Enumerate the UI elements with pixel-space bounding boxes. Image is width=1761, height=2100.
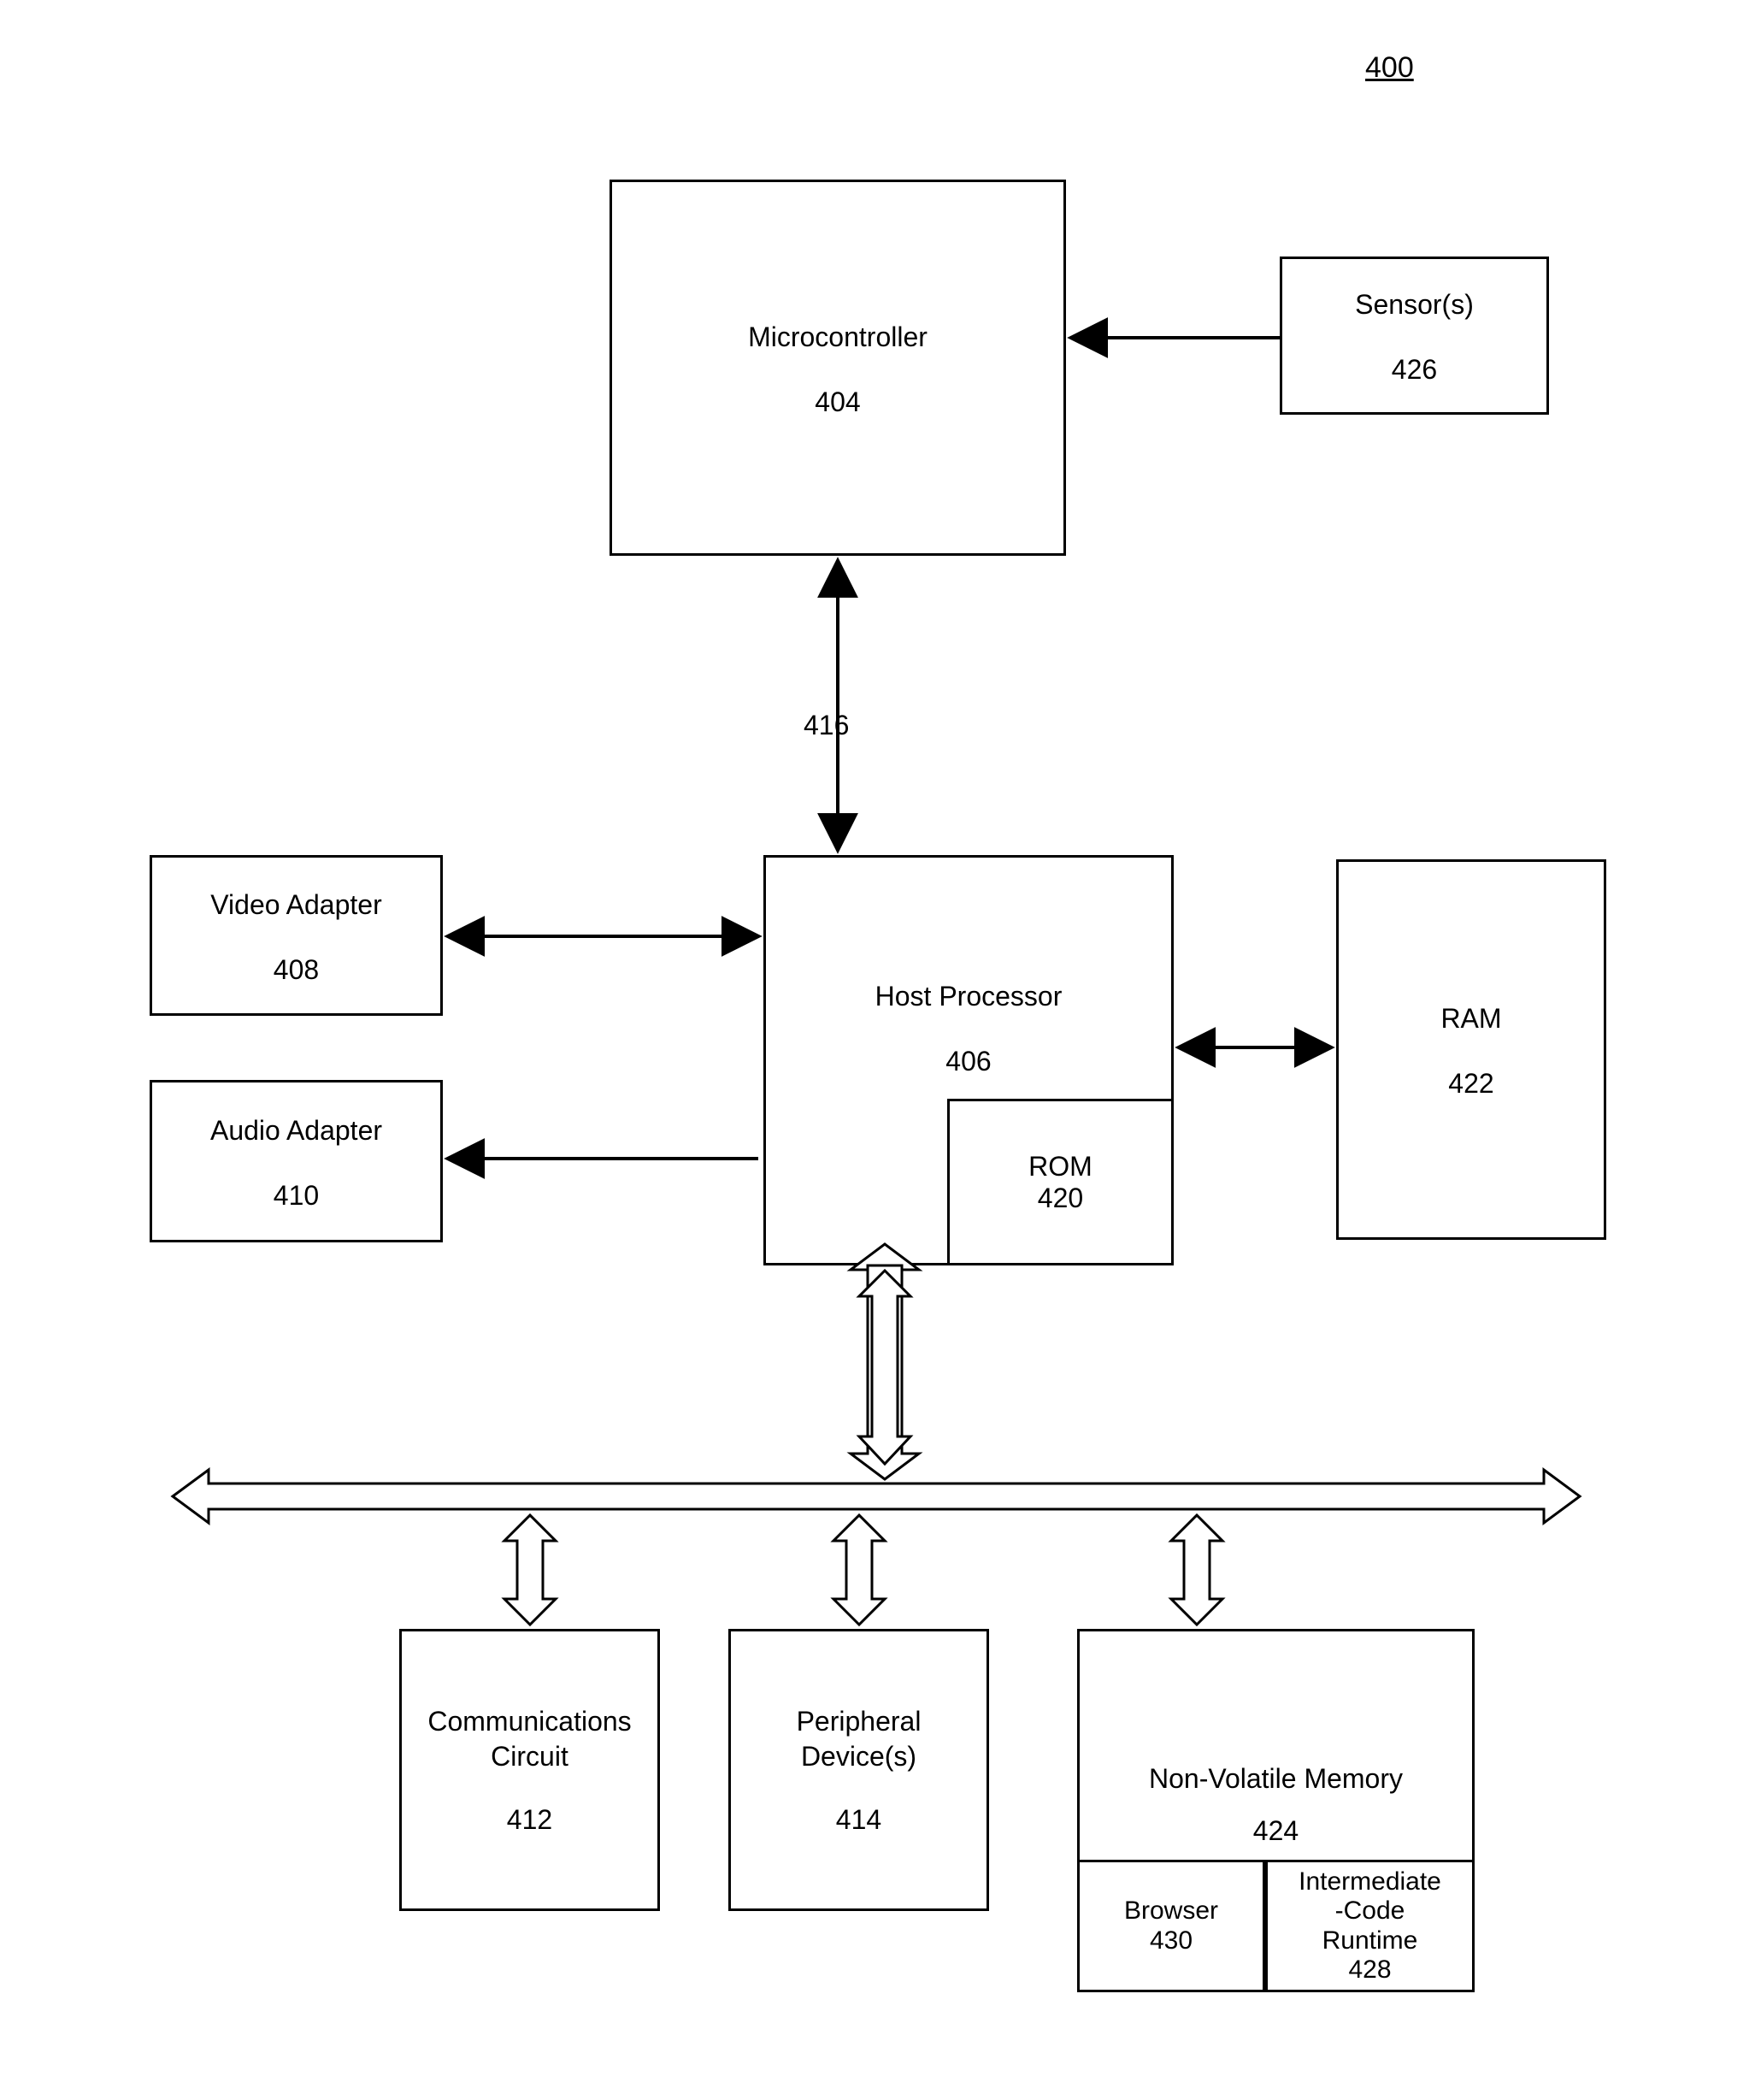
block-browser: Browser 430 — [1077, 1860, 1265, 1992]
open-arrow-host-bus — [851, 1244, 919, 1479]
microcontroller-num: 404 — [815, 386, 860, 418]
runtime-label-3: Runtime — [1322, 1926, 1418, 1956]
audio-label: Audio Adapter — [210, 1115, 382, 1147]
video-label: Video Adapter — [210, 889, 381, 921]
block-intermediate-code-runtime: Intermediate -Code Runtime 428 — [1265, 1860, 1475, 1992]
open-arrow-bus-nvmem — [1171, 1515, 1222, 1625]
comm-label-1: Communications — [427, 1706, 631, 1737]
block-audio-adapter: Audio Adapter 410 — [150, 1080, 443, 1242]
open-arrow-host-bus-shape — [859, 1271, 910, 1464]
sensors-num: 426 — [1392, 354, 1437, 386]
block-peripheral-devices: Peripheral Device(s) 414 — [728, 1629, 989, 1911]
nvmem-label: Non-Volatile Memory — [1149, 1763, 1403, 1795]
nvmem-num: 424 — [1253, 1815, 1299, 1847]
block-sensors: Sensor(s) 426 — [1280, 257, 1549, 415]
comm-label-2: Circuit — [491, 1741, 568, 1773]
sensors-label: Sensor(s) — [1355, 289, 1474, 321]
ram-label: RAM — [1440, 1003, 1501, 1035]
runtime-num: 428 — [1348, 1955, 1391, 1985]
block-rom: ROM 420 — [947, 1099, 1174, 1265]
host-num: 406 — [945, 1046, 991, 1077]
rom-num: 420 — [1038, 1183, 1083, 1214]
open-arrow-bus-periph — [833, 1515, 885, 1625]
periph-num: 414 — [836, 1804, 881, 1836]
runtime-label-1: Intermediate — [1299, 1867, 1441, 1897]
audio-num: 410 — [274, 1180, 319, 1212]
connector-label-416: 416 — [804, 710, 849, 741]
host-label: Host Processor — [875, 981, 1063, 1012]
browser-num: 430 — [1150, 1926, 1193, 1956]
runtime-label-2: -Code — [1335, 1896, 1405, 1926]
comm-num: 412 — [507, 1804, 552, 1836]
video-num: 408 — [274, 954, 319, 986]
browser-label: Browser — [1124, 1896, 1218, 1926]
block-communications-circuit: Communications Circuit 412 — [399, 1629, 660, 1911]
block-video-adapter: Video Adapter 408 — [150, 855, 443, 1016]
periph-label-2: Device(s) — [801, 1741, 916, 1773]
open-arrow-bus-comm — [504, 1515, 556, 1625]
figure-number: 400 — [1365, 51, 1414, 85]
diagram-canvas: 400 Microcontroller 404 Sensor(s) 426 Ho… — [0, 0, 1761, 2100]
block-ram: RAM 422 — [1336, 859, 1606, 1240]
ram-num: 422 — [1448, 1068, 1493, 1100]
rom-label: ROM — [1028, 1151, 1093, 1183]
block-microcontroller: Microcontroller 404 — [610, 180, 1066, 556]
microcontroller-label: Microcontroller — [748, 321, 928, 353]
periph-label-1: Peripheral — [797, 1706, 922, 1737]
bus-label: Bus 418 — [769, 1475, 940, 1518]
